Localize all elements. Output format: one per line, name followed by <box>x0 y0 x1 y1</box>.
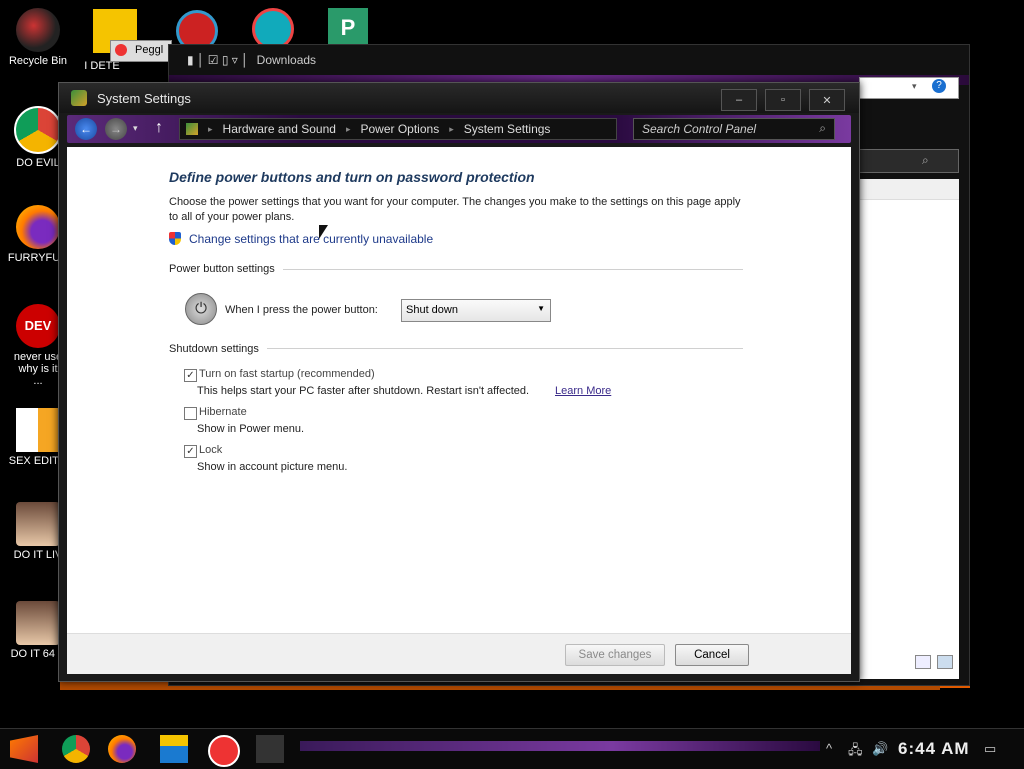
search-icon: ⌕ <box>819 121 826 135</box>
page-title: Define power buttons and turn on passwor… <box>169 169 535 185</box>
breadcrumb[interactable]: ▸ Hardware and Sound ▸ Power Options ▸ S… <box>179 118 617 140</box>
breadcrumb-system-settings[interactable]: System Settings <box>464 122 551 136</box>
power-button-label: When I press the power button: <box>225 304 378 316</box>
peggle-title: Peggl <box>135 44 164 56</box>
hxd-icon <box>16 408 60 452</box>
breadcrumb-separator-icon: ▸ <box>345 123 351 134</box>
desktop-icon-label: never use why is it ... <box>13 351 63 387</box>
downloads-address-bar[interactable]: ▾ ? <box>859 77 959 99</box>
chevron-down-icon: ▾ <box>912 81 917 91</box>
breadcrumb-power-options[interactable]: Power Options <box>360 122 439 136</box>
help-icon[interactable]: ? <box>932 79 946 93</box>
minimize-button[interactable]: – <box>721 89 757 111</box>
notifications-icon[interactable]: ▭ <box>984 741 996 757</box>
downloads-file-list[interactable] <box>859 179 959 679</box>
navigation-bar: ← → ▾ ↑ ▸ Hardware and Sound ▸ Power Opt… <box>67 115 851 143</box>
peggle-taskbar-icon[interactable] <box>208 735 240 767</box>
firefox-icon[interactable] <box>108 735 136 763</box>
desktop-icon-recycle-bin[interactable]: Recycle Bin <box>0 8 76 67</box>
devcpp-icon: DEV <box>16 304 60 348</box>
downloads-search[interactable]: ⌕ <box>859 149 959 173</box>
save-changes-button[interactable]: Save changes <box>565 644 665 666</box>
mouse-cursor-icon <box>319 225 328 239</box>
chevron-down-icon: ▼ <box>537 304 545 313</box>
power-button-settings-heading: Power button settings <box>169 263 275 275</box>
tray-chevron-up-icon[interactable]: ^ <box>826 741 832 756</box>
change-settings-link[interactable]: Change settings that are currently unava… <box>189 232 433 246</box>
forward-arrow-icon[interactable]: → <box>105 118 127 140</box>
start-button-icon[interactable] <box>10 735 38 763</box>
learn-more-link[interactable]: Learn More <box>555 385 611 397</box>
peggle-window-tab[interactable]: Peggl <box>110 40 172 62</box>
desktop-icon-top-4[interactable]: P <box>328 8 368 48</box>
search-icon: ⌕ <box>922 153 929 167</box>
desktop-icon-label: Recycle Bin <box>8 55 68 67</box>
window-titlebar[interactable]: System Settings – ▫ ✕ <box>59 83 859 113</box>
explorer-qat-icons: ▮ │ ☑ ▯ ▿ │ <box>187 53 249 67</box>
power-button-action-value: Shut down <box>406 304 458 316</box>
portrait-icon <box>16 601 60 645</box>
fast-startup-checkbox[interactable]: ✓ <box>184 369 197 382</box>
hibernate-label[interactable]: Hibernate <box>199 406 247 418</box>
firefox-icon <box>16 205 60 249</box>
control-panel-small-icon <box>186 123 198 135</box>
hibernate-description: Show in Power menu. <box>197 423 304 435</box>
taskbar-clock[interactable]: 6:44 AM <box>898 739 970 759</box>
section-divider <box>283 269 743 270</box>
lock-label[interactable]: Lock <box>199 444 222 456</box>
details-view-icon[interactable] <box>915 655 931 669</box>
app-taskbar-icon[interactable] <box>256 735 284 763</box>
system-settings-window[interactable]: System Settings – ▫ ✕ ← → ▾ ↑ ▸ Hardware… <box>58 82 860 682</box>
shield-icon <box>169 232 181 245</box>
lock-checkbox[interactable]: ✓ <box>184 445 197 458</box>
recent-pages-icon[interactable]: ▾ <box>133 123 138 134</box>
fast-startup-description: This helps start your PC faster after sh… <box>197 385 530 397</box>
control-panel-icon <box>71 90 87 106</box>
breadcrumb-separator-icon: ▸ <box>449 123 454 134</box>
shutdown-settings-heading: Shutdown settings <box>169 343 259 355</box>
power-button-action-select[interactable]: Shut down ▼ <box>401 299 551 322</box>
settings-content: Define power buttons and turn on passwor… <box>67 147 851 633</box>
chrome-icon <box>14 106 62 154</box>
breadcrumb-separator-icon: ▸ <box>208 123 213 134</box>
network-icon[interactable]: 🖧 <box>848 741 863 763</box>
file-explorer-icon[interactable] <box>160 735 188 763</box>
downloads-titlebar: ▮ │ ☑ ▯ ▿ │ Downloads <box>169 45 969 75</box>
portrait-icon <box>16 502 60 546</box>
chrome-icon[interactable] <box>62 735 90 763</box>
close-button[interactable]: ✕ <box>809 89 845 111</box>
maximize-button[interactable]: ▫ <box>765 89 801 111</box>
search-placeholder: Search Control Panel <box>642 122 757 136</box>
page-description: Choose the power settings that you want … <box>169 196 741 223</box>
taskbar: ^ 🖧 🔊 6:44 AM ▭ <box>0 728 1024 769</box>
section-divider <box>267 348 743 349</box>
power-icon: ⏻ <box>185 293 217 325</box>
back-arrow-icon[interactable]: ← <box>75 118 97 140</box>
cancel-button[interactable]: Cancel <box>675 644 749 666</box>
lock-description: Show in account picture menu. <box>197 461 348 473</box>
peggle-icon <box>115 44 127 56</box>
breadcrumb-hardware-and-sound[interactable]: Hardware and Sound <box>223 122 336 136</box>
window-title: System Settings <box>97 91 191 106</box>
search-control-panel-input[interactable]: Search Control Panel ⌕ <box>633 118 835 140</box>
up-arrow-icon[interactable]: ↑ <box>155 119 163 137</box>
downloads-title: Downloads <box>256 53 317 67</box>
fast-startup-label[interactable]: Turn on fast startup (recommended) <box>199 368 375 380</box>
tiles-view-icon[interactable] <box>937 655 953 669</box>
volume-icon[interactable]: 🔊 <box>872 741 888 757</box>
taskbar-purple-band <box>300 741 820 751</box>
dialog-footer: Save changes Cancel <box>67 633 851 674</box>
hibernate-checkbox[interactable] <box>184 407 197 420</box>
downloads-column-header <box>859 179 959 200</box>
recycle-bin-icon <box>16 8 60 52</box>
